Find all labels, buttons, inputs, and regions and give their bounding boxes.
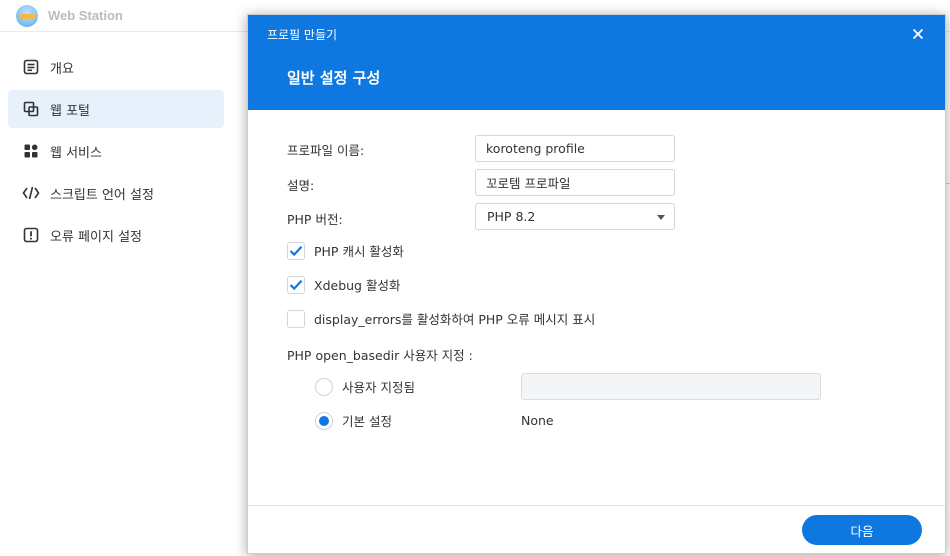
overview-icon [22, 58, 40, 76]
description-row: 설명: [287, 175, 314, 194]
app-title: Web Station [48, 8, 123, 23]
radio-selected-dot [319, 415, 329, 426]
web-portal-icon [22, 100, 40, 118]
custom-basedir-radio[interactable] [315, 377, 333, 396]
default-basedir-value: None [521, 413, 554, 428]
profile-name-label: 프로파일 이름: [287, 143, 365, 158]
check-icon [289, 245, 303, 256]
display-errors-row: display_errors를 활성화하여 PHP 오류 메시지 표시 [287, 309, 595, 328]
sidebar-item-label: 웹 포털 [50, 103, 91, 119]
xdebug-row: Xdebug 활성화 [287, 275, 400, 294]
php-version-value: PHP 8.2 [487, 209, 536, 224]
php-version-label: PHP 버전: [287, 212, 343, 227]
open-basedir-row: PHP open_basedir 사용자 지정 : [287, 345, 473, 364]
default-basedir-value-row: None [521, 413, 554, 428]
close-icon[interactable] [909, 25, 927, 43]
php-version-select[interactable]: PHP 8.2 [475, 203, 675, 230]
dialog-body: 프로파일 이름: 설명: PHP 버전: PHP 8.2 PHP 캐시 활성화 [248, 110, 945, 506]
sidebar-item-error-page[interactable]: 오류 페이지 설정 [8, 216, 224, 254]
php-version-row: PHP 버전: [287, 209, 343, 228]
web-service-icon [22, 142, 40, 160]
dialog-footer: 다음 [248, 505, 945, 553]
display-errors-checkbox[interactable] [287, 309, 305, 328]
sidebar-item-web-service[interactable]: 웹 서비스 [8, 132, 224, 170]
default-basedir-label: 기본 설정 [342, 414, 392, 429]
description-label: 설명: [287, 178, 315, 193]
php-cache-checkbox[interactable] [287, 241, 305, 260]
xdebug-checkbox[interactable] [287, 275, 305, 294]
sidebar-item-overview[interactable]: 개요 [8, 48, 224, 86]
sidebar-item-label: 오류 페이지 설정 [50, 229, 142, 245]
chevron-down-icon [657, 215, 665, 220]
sidebar-item-label: 개요 [50, 61, 74, 77]
step-title: 일반 설정 구성 [287, 69, 381, 87]
web-station-logo-icon [16, 4, 38, 27]
code-icon [22, 184, 40, 202]
description-input[interactable] [475, 169, 675, 196]
create-profile-dialog: 프로필 만들기 일반 설정 구성 프로파일 이름: 설명: PHP 버전: PH… [247, 14, 946, 554]
custom-basedir-row: 사용자 지정됨 [315, 377, 415, 396]
profile-name-input[interactable] [475, 135, 675, 162]
next-button[interactable]: 다음 [802, 515, 922, 545]
dialog-header: 프로필 만들기 일반 설정 구성 [248, 15, 945, 110]
profile-name-row: 프로파일 이름: [287, 140, 364, 159]
custom-basedir-input[interactable] [521, 373, 821, 400]
sidebar-item-script-language[interactable]: 스크립트 언어 설정 [8, 174, 224, 212]
custom-basedir-label: 사용자 지정됨 [342, 380, 415, 395]
php-cache-label: PHP 캐시 활성화 [314, 244, 404, 259]
open-basedir-label: PHP open_basedir 사용자 지정 : [287, 348, 473, 363]
default-basedir-row: 기본 설정 [315, 411, 392, 430]
default-basedir-radio[interactable] [315, 411, 333, 430]
check-icon [289, 279, 303, 290]
dialog-title: 프로필 만들기 [267, 28, 338, 42]
display-errors-label: display_errors를 활성화하여 PHP 오류 메시지 표시 [314, 312, 596, 327]
sidebar-item-label: 웹 서비스 [50, 145, 102, 161]
xdebug-label: Xdebug 활성화 [314, 278, 401, 293]
sidebar-item-web-portal[interactable]: 웹 포털 [8, 90, 224, 128]
error-page-icon [22, 226, 40, 244]
sidebar: 개요 웹 포털 웹 서비스 스크립트 언어 설정 오류 페이지 설정 [0, 44, 232, 258]
sidebar-item-label: 스크립트 언어 설정 [50, 187, 154, 203]
php-cache-row: PHP 캐시 활성화 [287, 241, 404, 260]
